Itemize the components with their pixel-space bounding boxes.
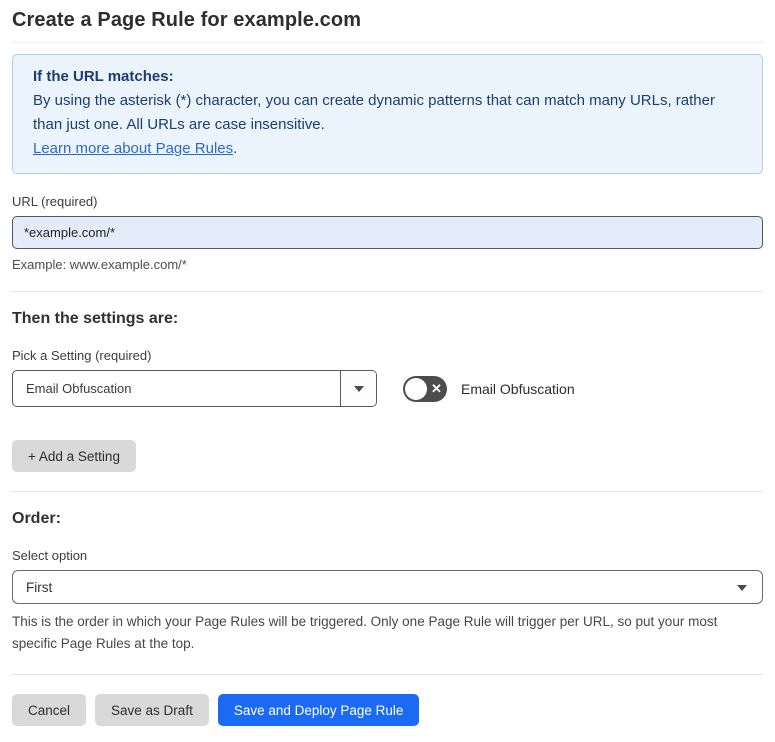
url-match-info-box: If the URL matches: By using the asteris…: [12, 54, 763, 174]
order-select-label: Select option: [12, 548, 88, 563]
page-header: Create a Page Rule for example.com: [12, 0, 763, 43]
order-help-text: This is the order in which your Page Rul…: [12, 614, 718, 651]
settings-section-heading: Then the settings are:: [12, 310, 179, 327]
divider: [12, 491, 763, 492]
link-suffix: .: [233, 140, 238, 157]
divider: [12, 674, 763, 675]
chevron-down-icon: [353, 385, 364, 392]
save-as-draft-button[interactable]: Save as Draft: [95, 694, 209, 726]
cancel-button[interactable]: Cancel: [12, 694, 87, 726]
add-setting-button[interactable]: + Add a Setting: [12, 440, 136, 472]
setting-dropdown-arrow-button[interactable]: [340, 371, 376, 406]
setting-row: Email Obfuscation ✕ Email Obfuscation: [12, 370, 763, 407]
info-box-heading: If the URL matches:: [33, 68, 174, 85]
url-label: URL (required): [12, 194, 98, 209]
order-dropdown[interactable]: First: [12, 570, 763, 604]
order-section-heading: Order:: [12, 510, 61, 527]
info-box-body: By using the asterisk (*) character, you…: [33, 92, 715, 133]
page-title: Create a Page Rule for example.com: [12, 9, 362, 31]
learn-more-link[interactable]: Learn more about Page Rules: [33, 140, 233, 157]
save-and-deploy-button[interactable]: Save and Deploy Page Rule: [217, 694, 420, 726]
toggle-knob: [405, 377, 427, 400]
chevron-down-icon: [737, 585, 747, 591]
pick-setting-label: Pick a Setting (required): [12, 348, 152, 363]
divider: [12, 291, 763, 292]
email-obfuscation-toggle[interactable]: ✕: [403, 375, 447, 402]
order-dropdown-value: First: [26, 579, 53, 595]
url-example-hint: Example: www.example.com/*: [12, 257, 187, 272]
toggle-off-x-icon: ✕: [431, 381, 442, 396]
setting-dropdown[interactable]: Email Obfuscation: [12, 370, 377, 407]
toggle-label: Email Obfuscation: [461, 380, 575, 397]
url-input[interactable]: [12, 216, 763, 249]
info-box-link-line: Learn more about Page Rules.: [33, 137, 742, 161]
create-page-rule-form: Create a Page Rule for example.com If th…: [0, 0, 775, 742]
footer-actions: Cancel Save as Draft Save and Deploy Pag…: [12, 694, 763, 742]
setting-dropdown-value: Email Obfuscation: [26, 381, 132, 396]
